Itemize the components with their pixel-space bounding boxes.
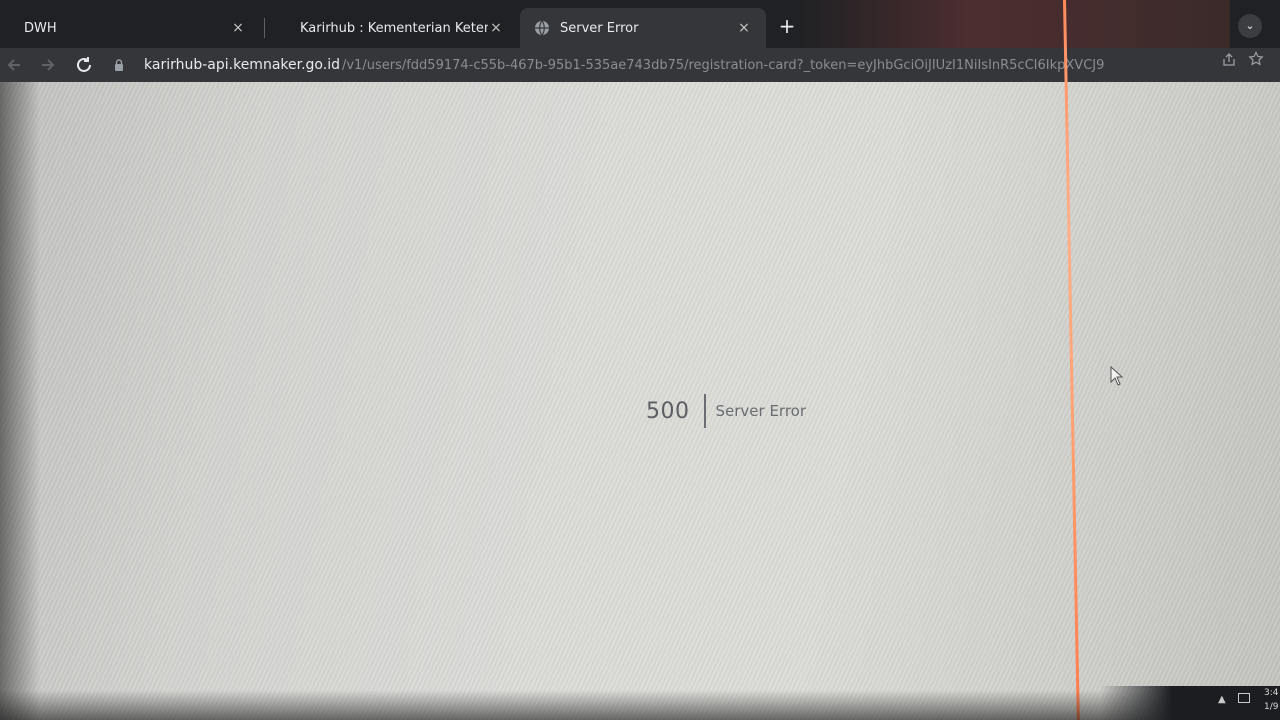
tab-dwh[interactable]: DWH × [10, 8, 260, 48]
taskbar-clock[interactable]: 3:4 1/9 [1264, 686, 1278, 714]
globe-icon [535, 20, 549, 36]
back-arrow-icon[interactable] [0, 51, 28, 79]
url-path[interactable]: /v1/users/fdd59174-c55b-467b-95b1-535ae7… [342, 58, 1104, 73]
share-icon[interactable] [1222, 53, 1236, 67]
browser-tab-strip: DWH × Karirhub : Kementerian Ketenag × S… [0, 0, 1280, 48]
tab-search-dropdown-icon[interactable]: ⌄ [1238, 14, 1262, 38]
tab-close-icon[interactable]: × [736, 20, 752, 36]
screen-glare [800, 0, 1230, 48]
screen-shadow [0, 82, 40, 720]
mouse-cursor-icon [1110, 366, 1124, 386]
browser-toolbar: karirhub-api.kemnaker.go.id /v1/users/fd… [0, 48, 1280, 82]
clock-time: 3:4 [1264, 688, 1279, 698]
tab-karirhub[interactable]: Karirhub : Kementerian Ketenag × [286, 8, 518, 48]
address-bar[interactable]: karirhub-api.kemnaker.go.id /v1/users/fd… [112, 52, 1272, 78]
tab-label: DWH [24, 20, 57, 36]
system-taskbar [1100, 686, 1280, 720]
lock-icon[interactable] [112, 58, 126, 72]
clock-date: 1/9 [1264, 702, 1279, 712]
tray-notification-icon[interactable] [1238, 693, 1250, 703]
tray-expand-icon[interactable]: ▲ [1218, 694, 1226, 705]
error-message-block: 500 Server Error [646, 394, 806, 428]
tab-separator [264, 18, 265, 38]
error-code: 500 [646, 398, 690, 424]
error-message: Server Error [715, 402, 807, 420]
tab-close-icon[interactable]: × [488, 20, 504, 36]
forward-arrow-icon[interactable] [34, 51, 62, 79]
bookmark-star-icon[interactable] [1248, 51, 1264, 67]
tab-label: Karirhub : Kementerian Ketenag [300, 20, 488, 36]
url-host[interactable]: karirhub-api.kemnaker.go.id [144, 57, 340, 73]
tab-server-error[interactable]: Server Error × [520, 8, 766, 48]
reload-icon[interactable] [70, 51, 98, 79]
new-tab-button[interactable]: + [775, 14, 799, 38]
page-viewport: 500 Server Error [0, 82, 1280, 720]
screen-moire [0, 82, 1280, 720]
tab-label: Server Error [560, 20, 639, 36]
tab-close-icon[interactable]: × [230, 20, 246, 36]
